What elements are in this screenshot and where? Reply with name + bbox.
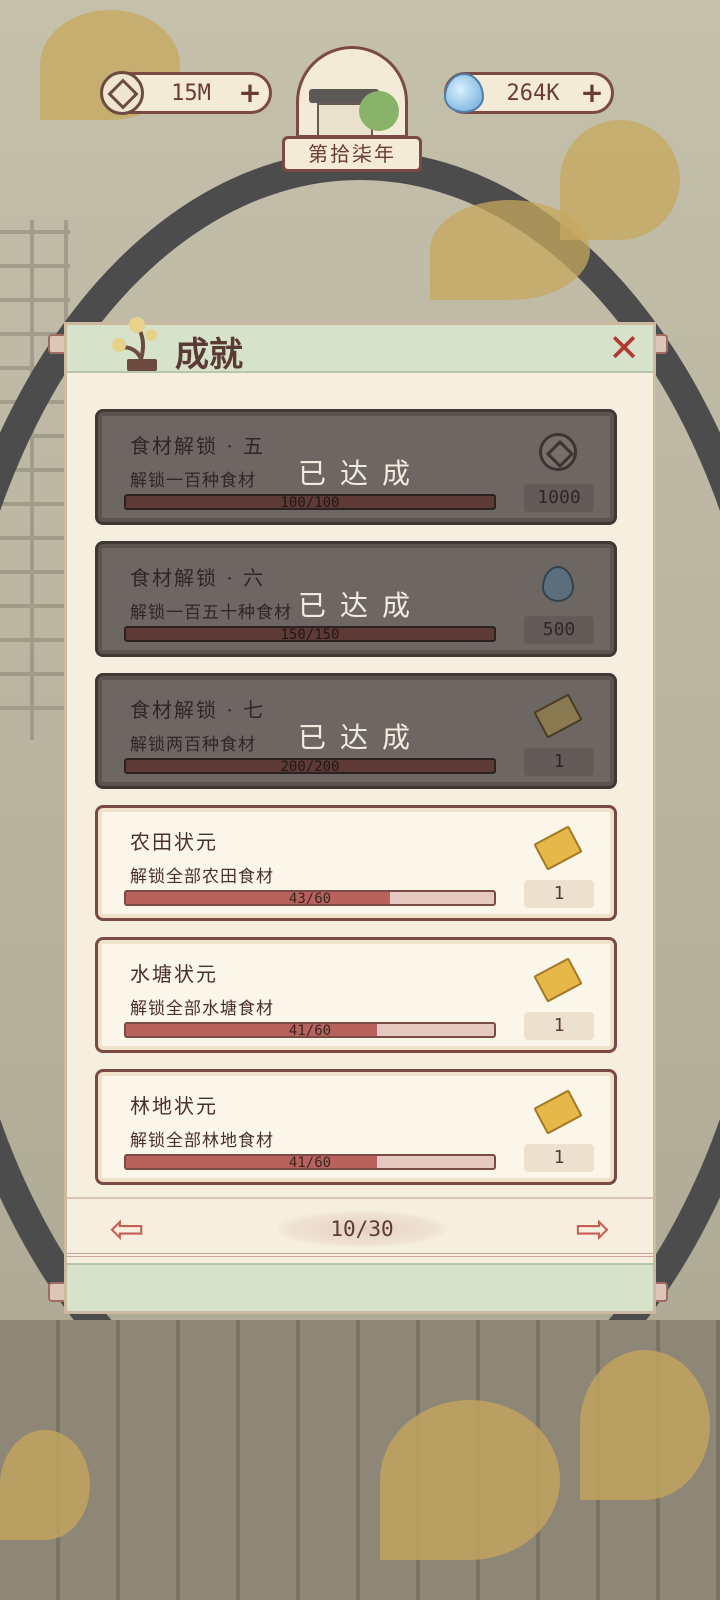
progress-bar: 41/60 — [124, 1154, 496, 1170]
ginkgo-leaf-decoration — [380, 1400, 560, 1560]
achievement-description: 解锁一百种食材 — [130, 471, 256, 491]
achievements-panel: 成就 ✕ 食材解锁 · 五解锁一百种食材 100/100 1000 已达成 食材解锁 ·… — [64, 317, 656, 1314]
add-coins-button[interactable]: + — [235, 78, 265, 108]
progress-text: 41/60 — [288, 1023, 332, 1038]
achievement-name: 食材解锁 · 五 — [130, 434, 266, 458]
ticket-icon — [533, 825, 583, 871]
achievement-description: 解锁全部水塘食材 — [130, 999, 274, 1019]
achievement-name: 食材解锁 · 六 — [130, 566, 266, 590]
reward-count: 1 — [524, 1012, 594, 1040]
ticket-icon — [533, 1089, 583, 1135]
progress-text: 150/150 — [280, 627, 340, 642]
coin-icon — [536, 430, 580, 474]
bonsai-icon — [112, 317, 157, 371]
panel-title: 成就 — [175, 335, 243, 375]
ginkgo-leaf-decoration — [580, 1350, 710, 1500]
coin-counter: 15M + — [100, 71, 272, 115]
pine-tree-icon — [359, 91, 399, 131]
next-page-button[interactable]: ⇨ — [563, 1208, 623, 1250]
panel-header: 成就 ✕ — [67, 317, 653, 375]
ginkgo-leaf-decoration — [560, 120, 680, 240]
achievement-list: 食材解锁 · 五解锁一百种食材 100/100 1000 已达成 食材解锁 · 六解锁一… — [95, 409, 617, 1201]
progress-text: 100/100 — [280, 495, 340, 510]
progress-text: 41/60 — [288, 1155, 332, 1170]
achievement-card[interactable]: 食材解锁 · 七解锁两百种食材 200/200 1 已达成 — [95, 673, 617, 789]
water-drop-icon — [439, 68, 489, 118]
achievement-description: 解锁一百五十种食材 — [130, 603, 292, 623]
water-counter: 264K + — [444, 72, 614, 114]
ticket-icon — [533, 693, 583, 739]
pagination: ⇦ 10/30 ⇨ — [67, 1197, 653, 1257]
achievement-description: 解锁两百种食材 — [130, 735, 256, 755]
achievement-name: 食材解锁 · 七 — [130, 698, 266, 722]
ticket-icon — [533, 957, 583, 1003]
achievement-name: 农田状元 — [130, 830, 218, 854]
achievement-description: 解锁全部林地食材 — [130, 1131, 274, 1151]
achievement-name: 水塘状元 — [130, 962, 218, 986]
progress-text: 43/60 — [288, 891, 332, 906]
progress-bar: 41/60 — [124, 1022, 496, 1038]
reward-count: 1000 — [524, 484, 594, 512]
progress-bar: 100/100 — [124, 494, 496, 510]
coin-amount: 15M — [171, 80, 211, 106]
progress-bar: 200/200 — [124, 758, 496, 774]
reward-count: 1 — [524, 880, 594, 908]
coin-icon — [97, 68, 147, 118]
progress-text: 200/200 — [280, 759, 340, 774]
prev-page-button[interactable]: ⇦ — [97, 1208, 157, 1250]
panel-footer — [67, 1263, 653, 1311]
achievement-card[interactable]: 水塘状元解锁全部水塘食材 41/60 1 — [95, 937, 617, 1053]
year-label: 第拾柒年 — [282, 136, 422, 172]
reward-count: 500 — [524, 616, 594, 644]
achievement-description: 解锁全部农田食材 — [130, 867, 274, 887]
progress-bar: 43/60 — [124, 890, 496, 906]
reward-count: 1 — [524, 748, 594, 776]
page-indicator: 10/30 — [277, 1211, 447, 1247]
reward-count: 1 — [524, 1144, 594, 1172]
add-water-button[interactable]: + — [577, 78, 607, 108]
achievement-card[interactable]: 食材解锁 · 五解锁一百种食材 100/100 1000 已达成 — [95, 409, 617, 525]
completed-label: 已达成 — [298, 589, 425, 622]
ginkgo-leaf-decoration — [430, 200, 590, 300]
achievement-card[interactable]: 林地状元解锁全部林地食材 41/60 1 — [95, 1069, 617, 1185]
water-drop-icon — [536, 562, 580, 606]
close-button[interactable]: ✕ — [605, 329, 643, 367]
water-amount: 264K — [506, 80, 560, 106]
progress-bar: 150/150 — [124, 626, 496, 642]
completed-label: 已达成 — [298, 721, 425, 754]
ginkgo-leaf-decoration — [0, 1430, 90, 1540]
achievement-card[interactable]: 农田状元解锁全部农田食材 43/60 1 — [95, 805, 617, 921]
completed-label: 已达成 — [298, 457, 425, 490]
achievement-card[interactable]: 食材解锁 · 六解锁一百五十种食材 150/150 500 已达成 — [95, 541, 617, 657]
achievement-name: 林地状元 — [130, 1094, 218, 1118]
